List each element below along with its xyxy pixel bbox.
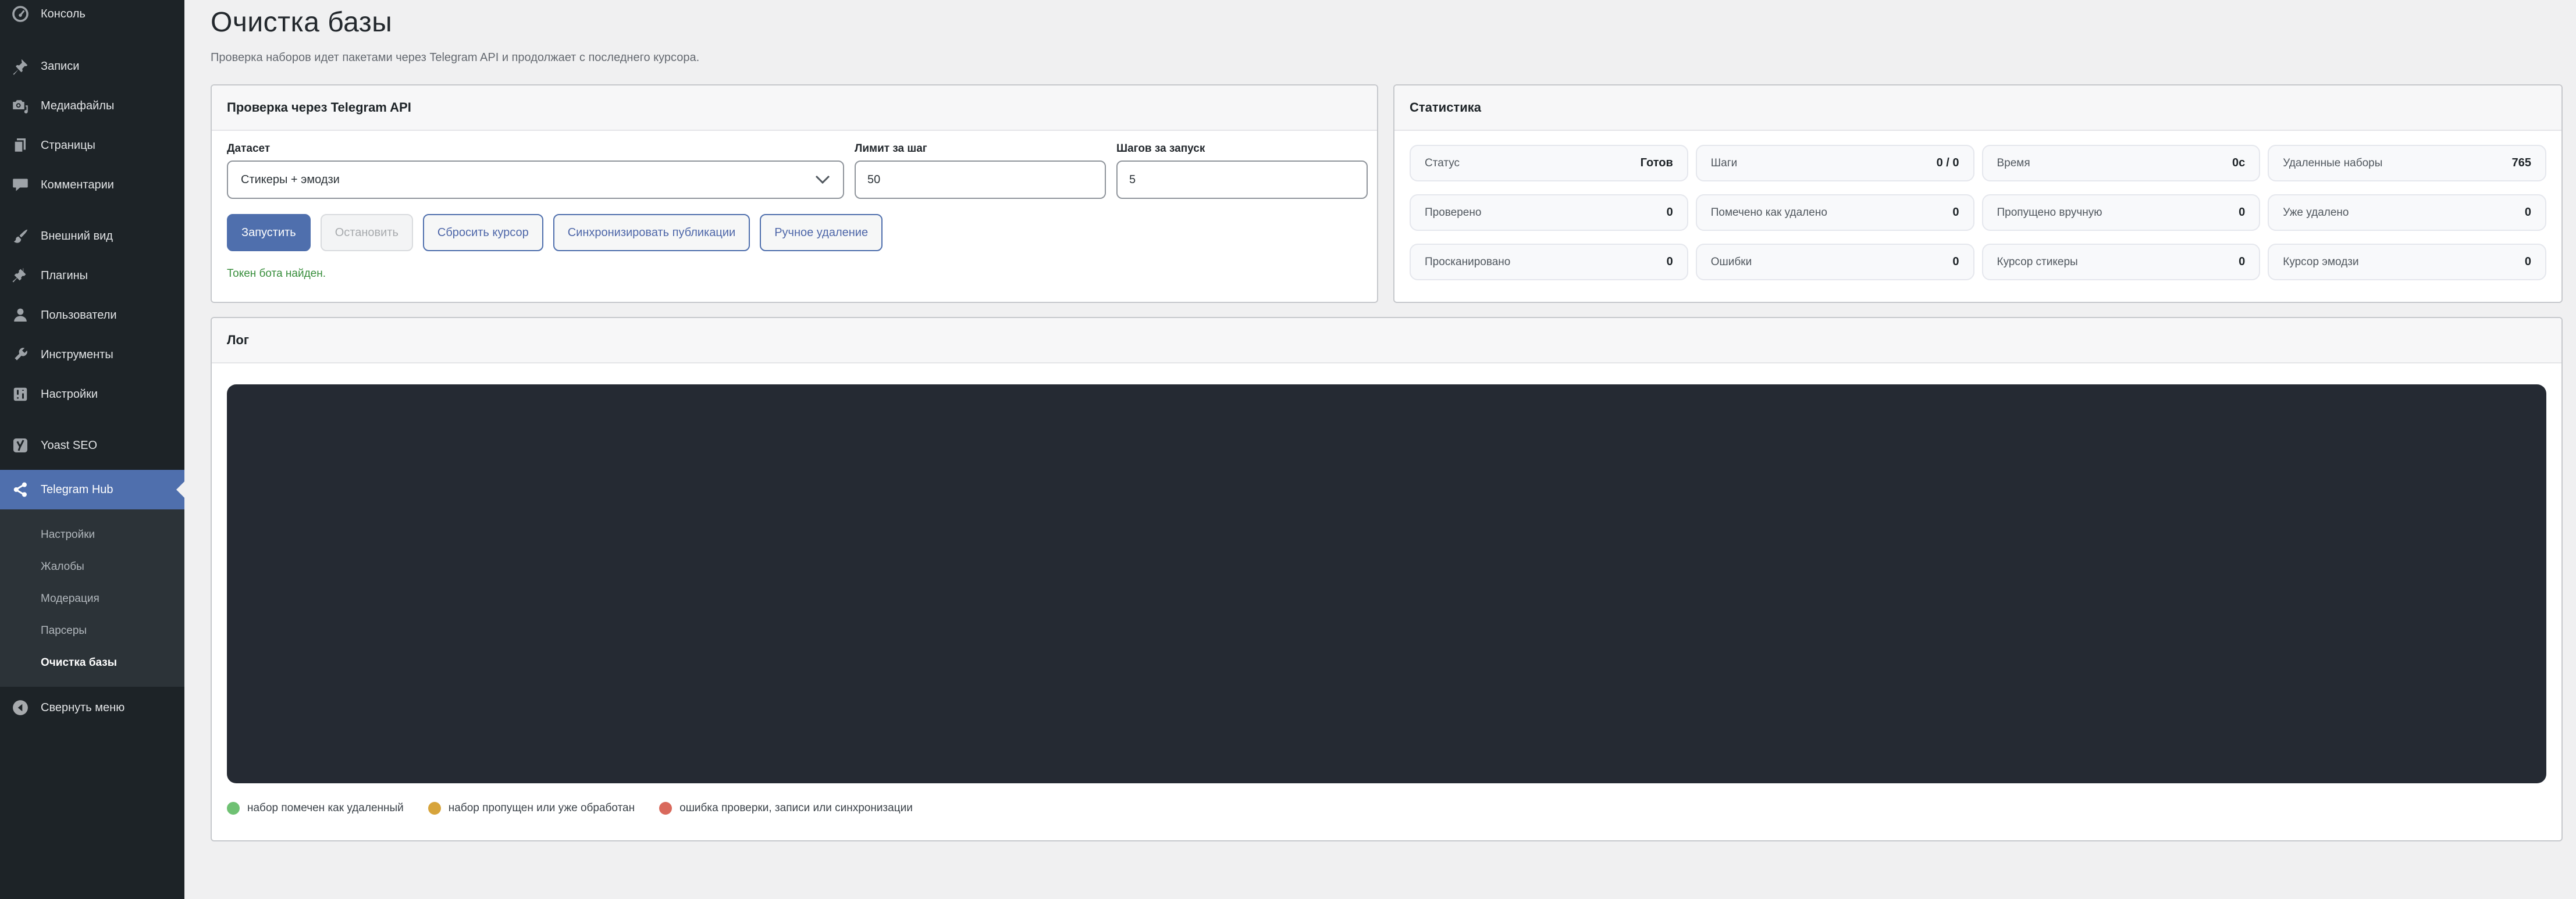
sidebar-item-label: Пользователи [41,309,117,322]
sidebar-item-yoast-seo[interactable]: Yoast SEO [0,426,184,465]
sidebar-item-media[interactable]: Медиафайлы [0,86,184,126]
submenu-item-settings[interactable]: Настройки [0,519,184,551]
sidebar-item-label: Страницы [41,139,95,152]
sidebar-item-dashboard[interactable]: Консоль [0,0,184,34]
amber-dot-icon [428,802,441,815]
stats-panel: Статистика СтатусГотов Шаги0 / 0 Время0с… [1393,84,2563,303]
limit-label: Лимит за шаг [855,142,1106,155]
log-panel: Лог набор помечен как удаленный набор пр… [211,317,2563,841]
comments-icon [12,176,29,194]
sidebar-item-label: Настройки [41,388,98,401]
media-icon [12,97,29,115]
sidebar-item-pages[interactable]: Страницы [0,126,184,165]
stat-tile-status: СтатусГотов [1410,145,1688,181]
dataset-select-value: Стикеры + эмодзи [241,173,340,187]
stat-tile-scanned: Просканировано0 [1410,244,1688,280]
legend-item-error: ошибка проверки, записи или синхронизаци… [659,802,913,815]
log-panel-title: Лог [227,333,249,348]
sidebar-item-label: Комментарии [41,179,114,192]
stat-tile-already-deleted: Уже удалено0 [2268,194,2546,231]
settings-icon [12,386,29,403]
stat-tile-errors: Ошибки0 [1696,244,1974,280]
sidebar-item-label: Yoast SEO [41,439,97,452]
log-legend: набор помечен как удаленный набор пропущ… [227,802,2546,815]
sidebar-item-plugins[interactable]: Плагины [0,256,184,295]
stats-panel-header: Статистика [1394,85,2561,131]
sidebar-item-label: Медиафайлы [41,99,114,113]
collapse-menu-label: Свернуть меню [41,701,124,715]
pin-icon [12,58,29,75]
wp-admin-screen: Консоль Записи Медиафайлы Страницы Комме [0,0,2576,899]
steps-input[interactable] [1116,160,1368,199]
sidebar-item-label: Записи [41,60,79,73]
submenu-item-complaints[interactable]: Жалобы [0,551,184,583]
submenu-item-moderation[interactable]: Модерация [0,583,184,615]
steps-label: Шагов за запуск [1116,142,1368,155]
stat-tile-deleted-sets: Удаленные наборы765 [2268,145,2546,181]
check-panel-header: Проверка через Telegram API [212,85,1377,131]
bot-token-status: Токен бота найден. [227,267,1362,280]
sidebar-item-appearance[interactable]: Внешний вид [0,216,184,256]
check-panel: Проверка через Telegram API Датасет Стик… [211,84,1378,303]
check-panel-title: Проверка через Telegram API [227,100,411,115]
legend-item-skipped: набор пропущен или уже обработан [428,802,635,815]
tools-icon [12,346,29,363]
stat-tile-cursor-emoji: Курсор эмодзи0 [2268,244,2546,280]
sidebar-item-posts[interactable]: Записи [0,47,184,86]
plugin-icon [12,267,29,284]
collapse-menu-button[interactable]: Свернуть меню [0,688,184,727]
submenu-item-parsers[interactable]: Парсеры [0,615,184,647]
sidebar-item-label: Плагины [41,269,88,283]
log-console[interactable] [227,384,2546,783]
legend-item-deleted: набор помечен как удаленный [227,802,404,815]
submenu-item-db-cleanup[interactable]: Очистка базы [0,647,184,679]
sidebar-item-tools[interactable]: Инструменты [0,335,184,374]
start-button[interactable]: Запустить [227,214,311,251]
reset-cursor-button[interactable]: Сбросить курсор [423,214,543,251]
green-dot-icon [227,802,240,815]
page-title: Очистка базы [211,5,2563,41]
sidebar-item-label: Telegram Hub [41,483,113,497]
page-subtitle: Проверка наборов идет пакетами через Tel… [211,51,2563,65]
share-icon [12,481,29,498]
log-panel-header: Лог [212,318,2561,363]
dataset-select[interactable]: Стикеры + эмодзи [227,160,844,199]
pages-icon [12,137,29,154]
sidebar-item-label: Внешний вид [41,230,113,243]
collapse-arrow-icon [12,699,29,716]
stat-tile-marked-deleted: Помечено как удалено0 [1696,194,1974,231]
stat-tile-skipped-manual: Пропущено вручную0 [1982,194,2261,231]
sidebar-item-comments[interactable]: Комментарии [0,165,184,205]
stat-tile-checked: Проверено0 [1410,194,1688,231]
telegram-hub-submenu: Настройки Жалобы Модерация Парсеры Очист… [0,509,184,687]
sidebar-item-telegram-hub[interactable]: Telegram Hub [0,470,184,509]
admin-sidebar: Консоль Записи Медиафайлы Страницы Комме [0,0,184,899]
appearance-icon [12,227,29,245]
stat-tile-time: Время0с [1982,145,2261,181]
stop-button[interactable]: Остановить [321,214,413,251]
users-icon [12,306,29,324]
dataset-label: Датасет [227,142,844,155]
yoast-icon [12,437,29,454]
sidebar-item-settings[interactable]: Настройки [0,374,184,414]
limit-input[interactable] [855,160,1106,199]
sidebar-item-label: Консоль [41,8,86,21]
chevron-down-icon [815,175,830,184]
stat-tile-cursor-stickers: Курсор стикеры0 [1982,244,2261,280]
sidebar-item-label: Инструменты [41,348,113,362]
stats-panel-title: Статистика [1410,100,1481,115]
manual-delete-button[interactable]: Ручное удаление [760,214,883,251]
red-dot-icon [659,802,672,815]
stats-grid: СтатусГотов Шаги0 / 0 Время0с Удаленные … [1410,145,2546,280]
dashboard-icon [12,5,29,23]
main-content: Очистка базы Проверка наборов идет пакет… [184,0,2576,899]
stat-tile-steps: Шаги0 / 0 [1696,145,1974,181]
sidebar-item-users[interactable]: Пользователи [0,295,184,335]
sync-posts-button[interactable]: Синхронизировать публикации [553,214,750,251]
